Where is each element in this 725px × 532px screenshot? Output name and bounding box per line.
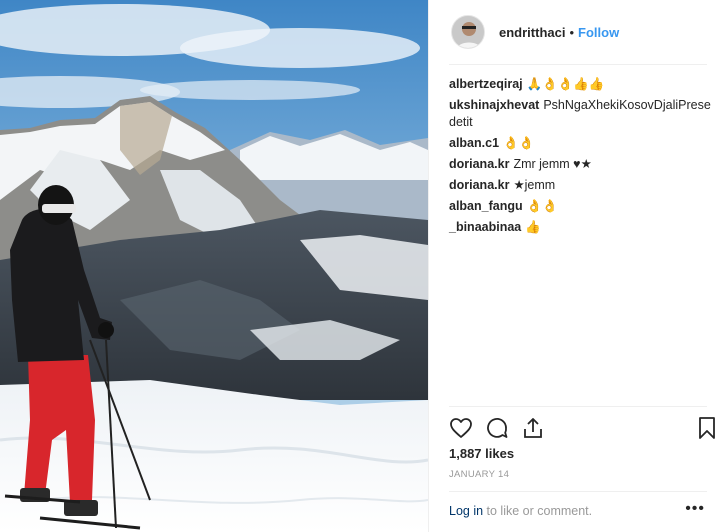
header-names: endritthaci • Follow [499, 25, 619, 40]
speech-bubble-icon[interactable] [485, 416, 511, 442]
bookmark-icon[interactable] [695, 416, 721, 442]
comment-text: 👌👌 [526, 199, 558, 213]
comment-item: alban.c1 👌👌 [449, 135, 711, 152]
post-header: endritthaci • Follow [429, 0, 725, 64]
comment-username[interactable]: _binaabinaa [449, 220, 521, 234]
separator-dot: • [569, 24, 575, 40]
comment-username[interactable]: doriana.kr [449, 178, 509, 192]
heart-icon[interactable] [449, 416, 475, 442]
action-bar [449, 416, 719, 442]
divider [449, 406, 707, 407]
comment-text: 👍 [525, 220, 541, 234]
comment-item: _binaabinaa 👍 [449, 219, 711, 236]
like-count[interactable]: 1,887 likes [449, 446, 514, 461]
divider [449, 491, 707, 492]
comment-item: doriana.kr ★jemm [449, 177, 711, 194]
more-options-icon[interactable]: ••• [685, 500, 705, 518]
comment-text: Zmr jemm ♥★ [513, 157, 592, 171]
comment-username[interactable]: albertzeqiraj [449, 77, 523, 91]
comment-list: albertzeqiraj 🙏👌👌👍👍 ukshinajxhevat PshNgaX… [449, 76, 711, 240]
comment-item: doriana.kr Zmr jemm ♥★ [449, 156, 711, 173]
comment-text: ★jemm [513, 178, 556, 192]
comment-item: albertzeqiraj 🙏👌👌👍👍 [449, 76, 711, 93]
post-sidebar: endritthaci • Follow albertzeqiraj 🙏👌👌👍👍 … [428, 0, 725, 532]
comment-text: 🙏👌👌👍👍 [526, 77, 605, 91]
post-username[interactable]: endritthaci [499, 25, 565, 40]
comment-username[interactable]: alban_fangu [449, 199, 523, 213]
login-prompt: Log in to like or comment. [449, 504, 592, 518]
comment-item: alban_fangu 👌👌 [449, 198, 711, 215]
comment-username[interactable]: ukshinajxhevat [449, 98, 539, 112]
comment-username[interactable]: doriana.kr [449, 157, 509, 171]
comment-username[interactable]: alban.c1 [449, 136, 499, 150]
post-date: JANUARY 14 [449, 469, 510, 480]
avatar[interactable] [451, 15, 485, 49]
login-suffix: to like or comment. [483, 504, 593, 518]
follow-button[interactable]: Follow [578, 25, 619, 40]
share-icon[interactable] [521, 416, 547, 442]
comment-item: ukshinajxhevat PshNgaXhekiKosovDjaliPrese… [449, 97, 711, 131]
comment-text: 👌👌 [503, 136, 535, 150]
divider [449, 64, 707, 65]
post-photo[interactable] [0, 0, 428, 532]
login-link[interactable]: Log in [449, 504, 483, 518]
